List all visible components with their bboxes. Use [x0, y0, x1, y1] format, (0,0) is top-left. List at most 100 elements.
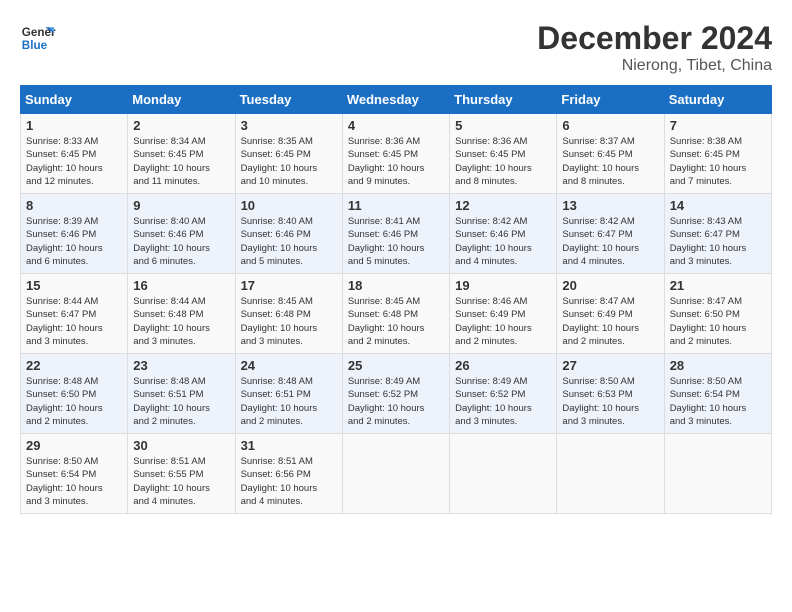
- title-block: December 2024 Nierong, Tibet, China: [537, 20, 772, 75]
- calendar-cell: 15 Sunrise: 8:44 AM Sunset: 6:47 PM Dayli…: [21, 274, 128, 354]
- day-number: 3: [241, 118, 337, 133]
- day-number: 13: [562, 198, 658, 213]
- calendar-cell: 11 Sunrise: 8:41 AM Sunset: 6:46 PM Dayli…: [342, 194, 449, 274]
- day-number: 7: [670, 118, 766, 133]
- calendar-cell: 4Sunrise: 8:36 AM Sunset: 6:45 PM Daylig…: [342, 114, 449, 194]
- day-info: Sunrise: 8:45 AM Sunset: 6:48 PM Dayligh…: [241, 295, 337, 348]
- day-number: 1: [26, 118, 122, 133]
- calendar-cell: 13 Sunrise: 8:42 AM Sunset: 6:47 PM Dayli…: [557, 194, 664, 274]
- day-info: Sunrise: 8:42 AM Sunset: 6:46 PM Dayligh…: [455, 215, 551, 268]
- day-number: 5: [455, 118, 551, 133]
- day-info: Sunrise: 8:43 AM Sunset: 6:47 PM Dayligh…: [670, 215, 766, 268]
- day-number: 2: [133, 118, 229, 133]
- day-info: Sunrise: 8:42 AM Sunset: 6:47 PM Dayligh…: [562, 215, 658, 268]
- calendar-week-4: 29 Sunrise: 8:50 AM Sunset: 6:54 PM Dayli…: [21, 434, 772, 514]
- col-sunday: Sunday: [21, 86, 128, 114]
- day-number: 31: [241, 438, 337, 453]
- calendar-cell: [342, 434, 449, 514]
- day-info: Sunrise: 8:40 AM Sunset: 6:46 PM Dayligh…: [133, 215, 229, 268]
- logo-icon: General Blue: [20, 20, 56, 56]
- calendar-cell: 2 Sunrise: 8:34 AM Sunset: 6:45 PM Daylig…: [128, 114, 235, 194]
- day-info: Sunrise: 8:39 AM Sunset: 6:46 PM Dayligh…: [26, 215, 122, 268]
- calendar-cell: 27 Sunrise: 8:50 AM Sunset: 6:53 PM Dayli…: [557, 354, 664, 434]
- calendar-cell: 25Sunrise: 8:49 AM Sunset: 6:52 PM Dayli…: [342, 354, 449, 434]
- day-info: Sunrise: 8:40 AM Sunset: 6:46 PM Dayligh…: [241, 215, 337, 268]
- day-info: Sunrise: 8:37 AM Sunset: 6:45 PM Dayligh…: [562, 135, 658, 188]
- calendar-cell: 3 Sunrise: 8:35 AM Sunset: 6:45 PM Daylig…: [235, 114, 342, 194]
- day-info: Sunrise: 8:35 AM Sunset: 6:45 PM Dayligh…: [241, 135, 337, 188]
- calendar-cell: 12 Sunrise: 8:42 AM Sunset: 6:46 PM Dayli…: [450, 194, 557, 274]
- day-info: Sunrise: 8:44 AM Sunset: 6:47 PM Dayligh…: [26, 295, 122, 348]
- calendar-cell: 9 Sunrise: 8:40 AM Sunset: 6:46 PM Daylig…: [128, 194, 235, 274]
- calendar-week-0: 1Sunrise: 8:33 AM Sunset: 6:45 PM Daylig…: [21, 114, 772, 194]
- day-info: Sunrise: 8:47 AM Sunset: 6:49 PM Dayligh…: [562, 295, 658, 348]
- calendar-week-3: 22 Sunrise: 8:48 AM Sunset: 6:50 PM Dayli…: [21, 354, 772, 434]
- calendar-cell: 10 Sunrise: 8:40 AM Sunset: 6:46 PM Dayli…: [235, 194, 342, 274]
- calendar-cell: 22 Sunrise: 8:48 AM Sunset: 6:50 PM Dayli…: [21, 354, 128, 434]
- day-number: 30: [133, 438, 229, 453]
- day-info: Sunrise: 8:48 AM Sunset: 6:51 PM Dayligh…: [133, 375, 229, 428]
- day-info: Sunrise: 8:50 AM Sunset: 6:54 PM Dayligh…: [670, 375, 766, 428]
- calendar-cell: 18Sunrise: 8:45 AM Sunset: 6:48 PM Dayli…: [342, 274, 449, 354]
- day-info: Sunrise: 8:49 AM Sunset: 6:52 PM Dayligh…: [455, 375, 551, 428]
- calendar-cell: 20 Sunrise: 8:47 AM Sunset: 6:49 PM Dayli…: [557, 274, 664, 354]
- day-number: 21: [670, 278, 766, 293]
- calendar-cell: 30 Sunrise: 8:51 AM Sunset: 6:55 PM Dayli…: [128, 434, 235, 514]
- col-thursday: Thursday: [450, 86, 557, 114]
- col-tuesday: Tuesday: [235, 86, 342, 114]
- page-header: General Blue December 2024 Nierong, Tibe…: [20, 20, 772, 75]
- day-info: Sunrise: 8:46 AM Sunset: 6:49 PM Dayligh…: [455, 295, 551, 348]
- day-number: 15: [26, 278, 122, 293]
- calendar-cell: 16Sunrise: 8:44 AM Sunset: 6:48 PM Dayli…: [128, 274, 235, 354]
- col-monday: Monday: [128, 86, 235, 114]
- calendar-cell: 23 Sunrise: 8:48 AM Sunset: 6:51 PM Dayli…: [128, 354, 235, 434]
- day-number: 9: [133, 198, 229, 213]
- day-number: 29: [26, 438, 122, 453]
- calendar-cell: [557, 434, 664, 514]
- header-row: Sunday Monday Tuesday Wednesday Thursday…: [21, 86, 772, 114]
- day-number: 10: [241, 198, 337, 213]
- calendar-cell: 28 Sunrise: 8:50 AM Sunset: 6:54 PM Dayli…: [664, 354, 771, 434]
- calendar-cell: 5Sunrise: 8:36 AM Sunset: 6:45 PM Daylig…: [450, 114, 557, 194]
- day-number: 22: [26, 358, 122, 373]
- day-number: 26: [455, 358, 551, 373]
- calendar-week-2: 15 Sunrise: 8:44 AM Sunset: 6:47 PM Dayli…: [21, 274, 772, 354]
- day-info: Sunrise: 8:50 AM Sunset: 6:54 PM Dayligh…: [26, 455, 122, 508]
- calendar-cell: 17 Sunrise: 8:45 AM Sunset: 6:48 PM Dayli…: [235, 274, 342, 354]
- day-info: Sunrise: 8:38 AM Sunset: 6:45 PM Dayligh…: [670, 135, 766, 188]
- calendar-cell: 24 Sunrise: 8:48 AM Sunset: 6:51 PM Dayli…: [235, 354, 342, 434]
- calendar-cell: 6Sunrise: 8:37 AM Sunset: 6:45 PM Daylig…: [557, 114, 664, 194]
- calendar-cell: 29 Sunrise: 8:50 AM Sunset: 6:54 PM Dayli…: [21, 434, 128, 514]
- day-number: 28: [670, 358, 766, 373]
- day-number: 11: [348, 198, 444, 213]
- day-info: Sunrise: 8:51 AM Sunset: 6:55 PM Dayligh…: [133, 455, 229, 508]
- day-info: Sunrise: 8:48 AM Sunset: 6:50 PM Dayligh…: [26, 375, 122, 428]
- day-number: 27: [562, 358, 658, 373]
- day-number: 23: [133, 358, 229, 373]
- calendar-cell: 7 Sunrise: 8:38 AM Sunset: 6:45 PM Daylig…: [664, 114, 771, 194]
- day-number: 12: [455, 198, 551, 213]
- calendar-cell: 1Sunrise: 8:33 AM Sunset: 6:45 PM Daylig…: [21, 114, 128, 194]
- day-number: 17: [241, 278, 337, 293]
- day-number: 4: [348, 118, 444, 133]
- day-info: Sunrise: 8:48 AM Sunset: 6:51 PM Dayligh…: [241, 375, 337, 428]
- day-number: 25: [348, 358, 444, 373]
- day-number: 20: [562, 278, 658, 293]
- calendar-cell: 26 Sunrise: 8:49 AM Sunset: 6:52 PM Dayli…: [450, 354, 557, 434]
- col-saturday: Saturday: [664, 86, 771, 114]
- calendar-cell: [450, 434, 557, 514]
- month-title: December 2024: [537, 20, 772, 57]
- day-info: Sunrise: 8:45 AM Sunset: 6:48 PM Dayligh…: [348, 295, 444, 348]
- calendar-cell: 14Sunrise: 8:43 AM Sunset: 6:47 PM Dayli…: [664, 194, 771, 274]
- day-number: 16: [133, 278, 229, 293]
- col-friday: Friday: [557, 86, 664, 114]
- calendar-cell: 31Sunrise: 8:51 AM Sunset: 6:56 PM Dayli…: [235, 434, 342, 514]
- day-info: Sunrise: 8:34 AM Sunset: 6:45 PM Dayligh…: [133, 135, 229, 188]
- day-info: Sunrise: 8:50 AM Sunset: 6:53 PM Dayligh…: [562, 375, 658, 428]
- day-info: Sunrise: 8:41 AM Sunset: 6:46 PM Dayligh…: [348, 215, 444, 268]
- day-info: Sunrise: 8:47 AM Sunset: 6:50 PM Dayligh…: [670, 295, 766, 348]
- svg-text:Blue: Blue: [22, 39, 48, 52]
- day-number: 24: [241, 358, 337, 373]
- calendar-cell: 8Sunrise: 8:39 AM Sunset: 6:46 PM Daylig…: [21, 194, 128, 274]
- logo: General Blue: [20, 20, 56, 56]
